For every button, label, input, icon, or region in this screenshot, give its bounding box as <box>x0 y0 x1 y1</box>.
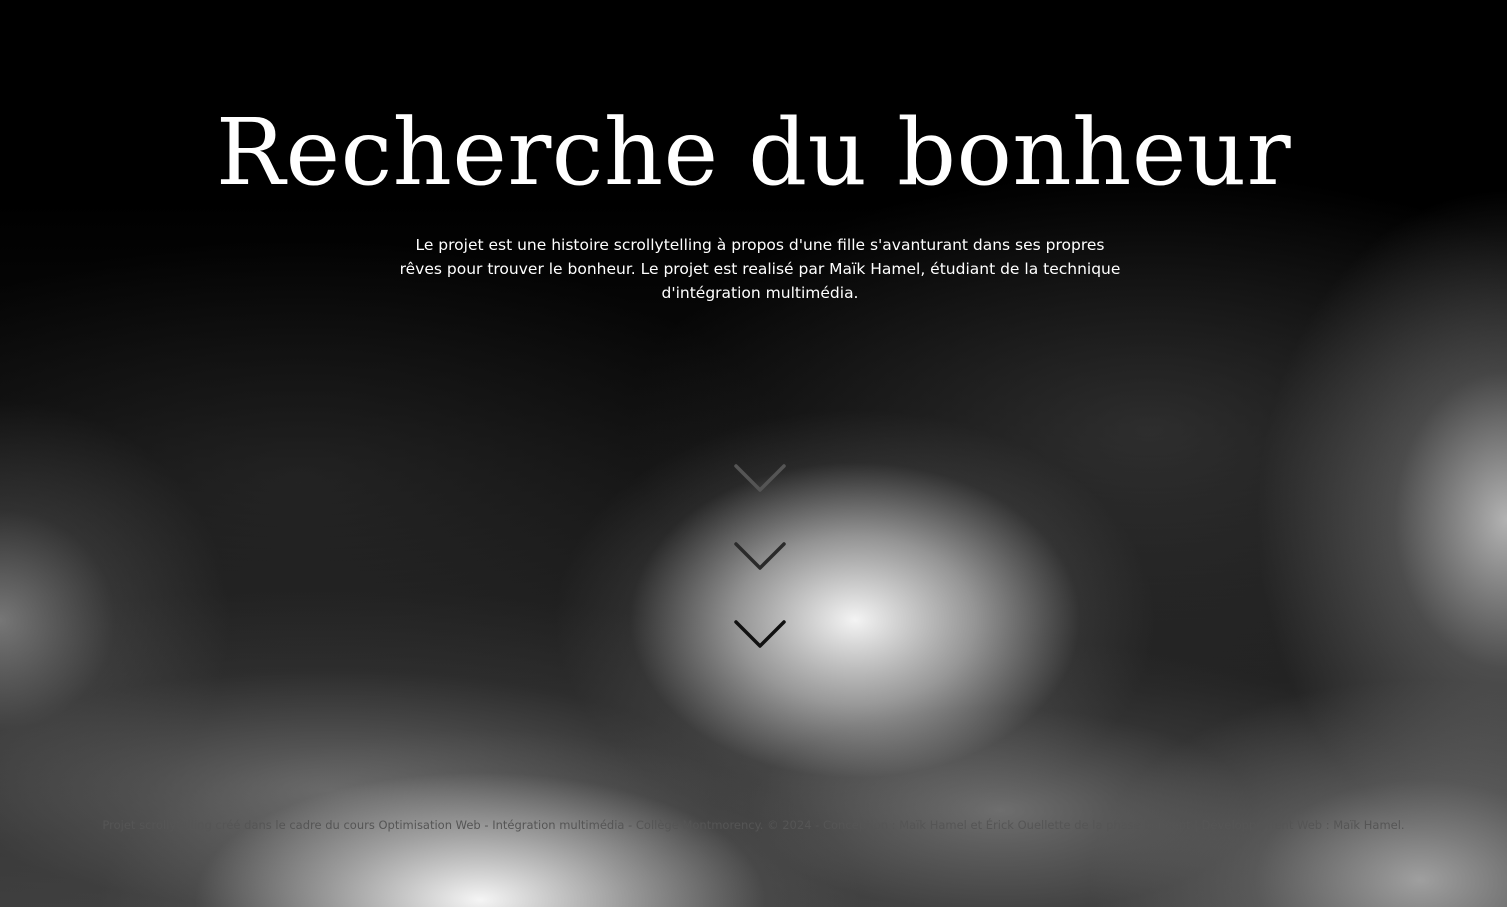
chevron-stroke <box>734 542 786 570</box>
chevron-down-icon[interactable] <box>732 618 788 650</box>
page-title: Recherche du bonheur <box>215 99 1292 206</box>
hero-section: Recherche du bonheur Le projet est une h… <box>0 0 1507 907</box>
footer-credits: Projet scrollytelling créé dans le cadre… <box>102 818 1405 832</box>
chevron-stroke <box>734 464 786 492</box>
chevron-stroke <box>734 620 786 648</box>
chevron-down-icon[interactable] <box>732 462 788 494</box>
chevron-down-icon[interactable] <box>732 540 788 572</box>
project-intro: Le projet est une histoire scrollytellin… <box>399 236 1121 302</box>
